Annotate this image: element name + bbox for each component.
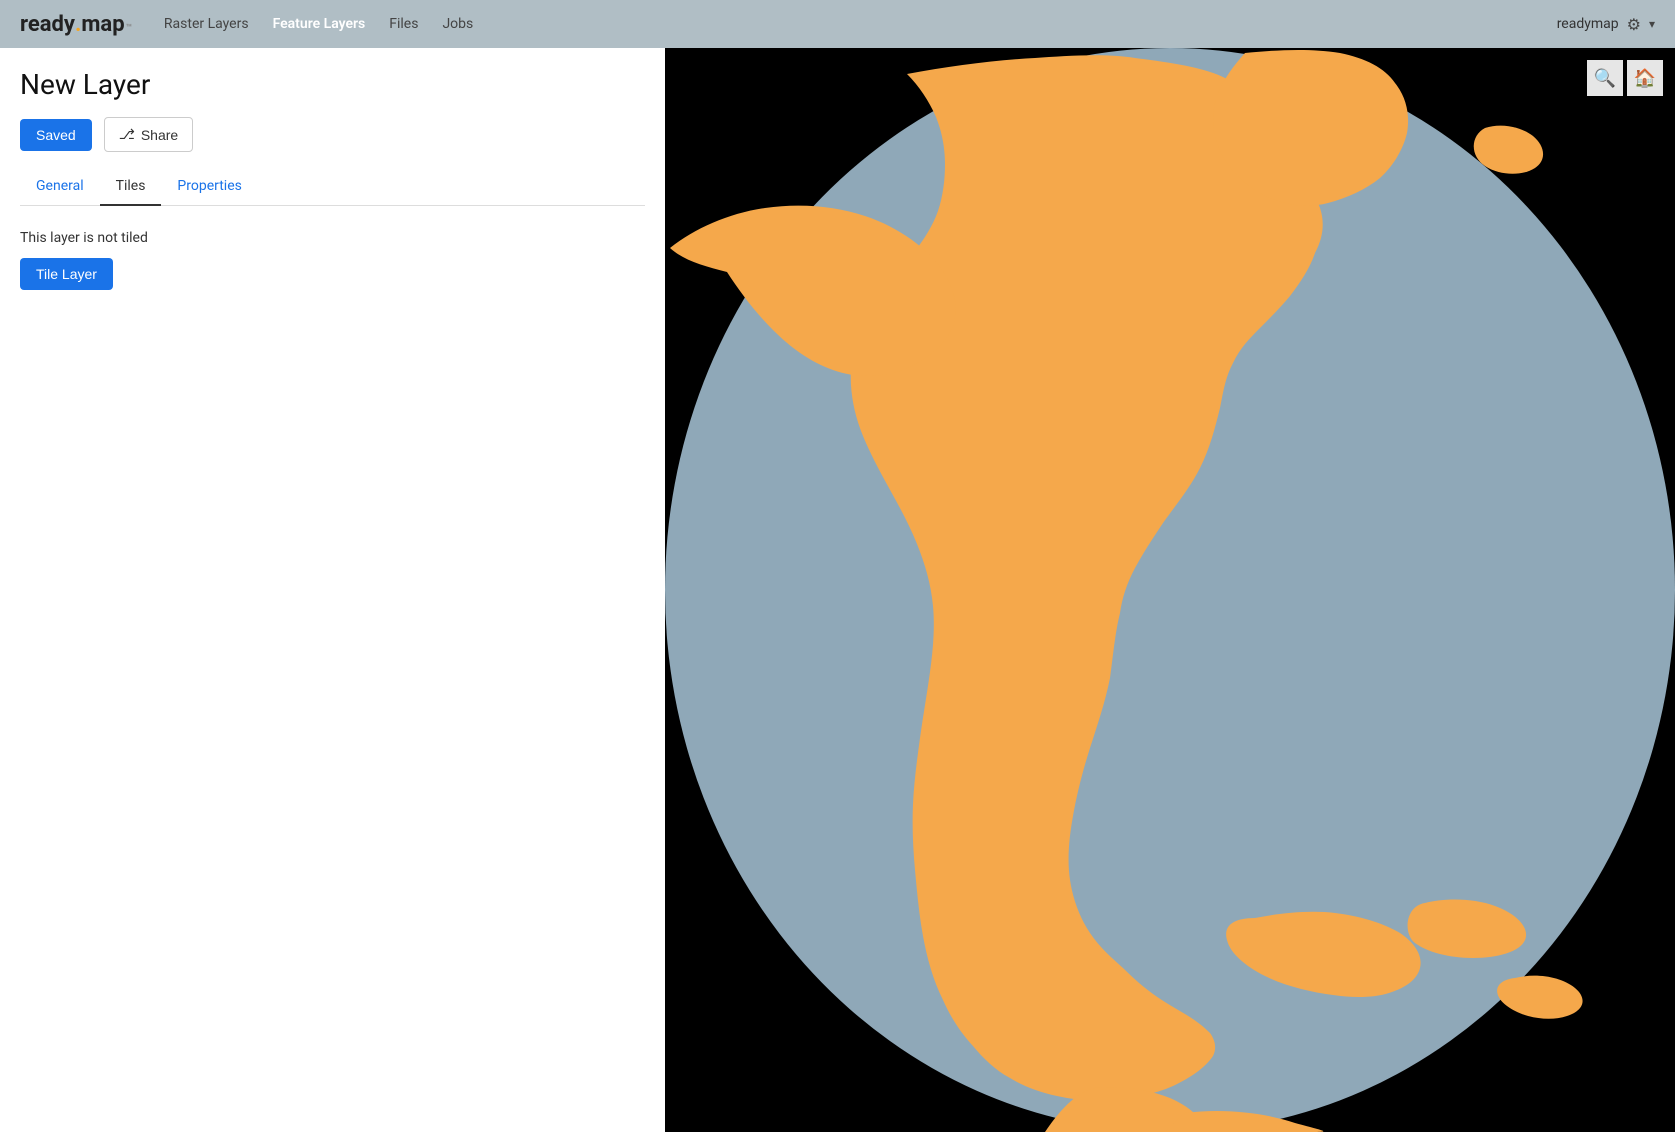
user-name: readymap: [1557, 16, 1619, 32]
nav-files[interactable]: Files: [389, 12, 418, 36]
logo-ready-text: ready: [20, 12, 75, 37]
tab-general[interactable]: General: [20, 168, 100, 206]
logo: ready.map™: [20, 12, 132, 37]
header-left: ready.map™ Raster Layers Feature Layers …: [20, 12, 473, 37]
tabs-bar: General Tiles Properties: [20, 168, 645, 206]
header: ready.map™ Raster Layers Feature Layers …: [0, 0, 1675, 48]
gear-icon[interactable]: ⚙: [1627, 15, 1641, 34]
page-title: New Layer: [20, 68, 645, 101]
header-right: readymap ⚙ ▾: [1557, 15, 1655, 34]
nav-jobs[interactable]: Jobs: [442, 12, 473, 36]
map-controls: 🔍 🏠: [1587, 60, 1663, 96]
share-button[interactable]: ⎇ Share: [104, 117, 194, 152]
left-panel: New Layer Saved ⎇ Share General Tiles Pr…: [0, 48, 665, 1132]
logo-trademark: ™: [126, 23, 132, 34]
map-search-button[interactable]: 🔍: [1587, 60, 1623, 96]
share-label: Share: [141, 127, 178, 143]
tab-tiles[interactable]: Tiles: [100, 168, 162, 206]
main-content: New Layer Saved ⎇ Share General Tiles Pr…: [0, 48, 1675, 1132]
saved-button[interactable]: Saved: [20, 119, 92, 151]
share-icon: ⎇: [119, 126, 135, 143]
map-panel: 🔍 🏠: [665, 48, 1675, 1132]
nav-raster-layers[interactable]: Raster Layers: [164, 12, 249, 36]
logo-map-text: map: [81, 12, 124, 37]
search-icon: 🔍: [1594, 68, 1616, 89]
tiles-content: This layer is not tiled Tile Layer: [20, 226, 645, 290]
home-icon: 🏠: [1634, 68, 1656, 89]
map-home-button[interactable]: 🏠: [1627, 60, 1663, 96]
tile-layer-button[interactable]: Tile Layer: [20, 258, 113, 290]
action-bar: Saved ⎇ Share: [20, 117, 645, 152]
main-nav: Raster Layers Feature Layers Files Jobs: [164, 12, 473, 36]
chevron-down-icon[interactable]: ▾: [1649, 17, 1655, 31]
nav-feature-layers[interactable]: Feature Layers: [273, 12, 366, 36]
tab-properties[interactable]: Properties: [161, 168, 257, 206]
globe-map: [665, 48, 1675, 1132]
not-tiled-message: This layer is not tiled: [20, 230, 645, 246]
